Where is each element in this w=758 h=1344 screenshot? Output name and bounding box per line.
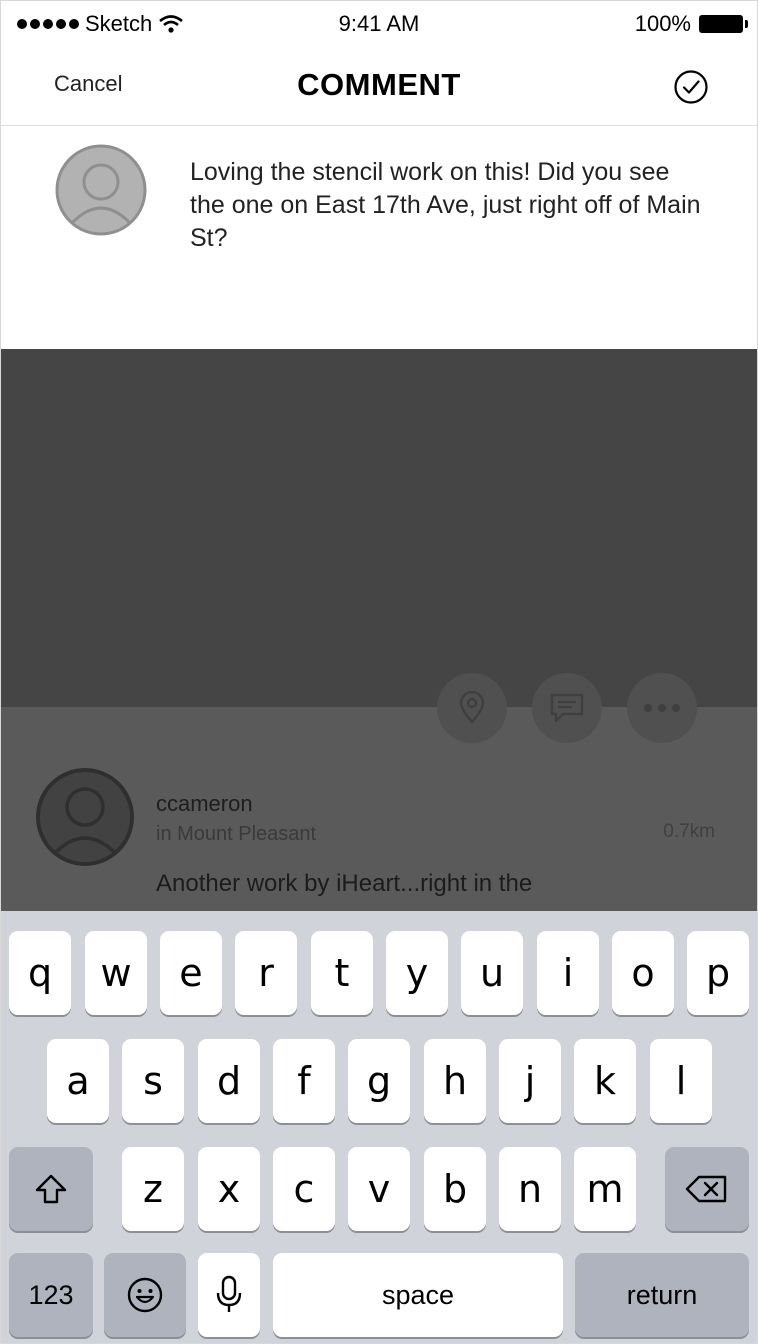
author-avatar-icon[interactable]	[35, 767, 135, 867]
key-w[interactable]: w	[85, 931, 147, 1015]
backspace-key[interactable]	[665, 1147, 749, 1231]
key-x[interactable]: x	[198, 1147, 260, 1231]
post-image	[1, 349, 757, 707]
comment-button[interactable]	[532, 673, 602, 743]
more-options-button[interactable]	[627, 673, 697, 743]
key-s[interactable]: s	[122, 1039, 184, 1123]
post-location: in Mount Pleasant	[156, 823, 317, 845]
key-e[interactable]: e	[160, 931, 222, 1015]
key-d[interactable]: d	[198, 1039, 260, 1123]
return-key[interactable]: return	[575, 1253, 749, 1337]
location-pin-button[interactable]	[437, 673, 507, 743]
page-title: COMMENT	[297, 67, 461, 102]
shift-icon	[35, 1174, 67, 1204]
key-v[interactable]: v	[348, 1147, 410, 1231]
key-u[interactable]: u	[461, 931, 523, 1015]
key-q[interactable]: q	[9, 931, 71, 1015]
battery-icon	[699, 15, 748, 33]
microphone-icon	[216, 1275, 242, 1312]
comment-input[interactable]: Loving the stencil work on this! Did you…	[190, 156, 710, 255]
checkmark-icon[interactable]	[673, 69, 709, 105]
backspace-icon	[685, 1175, 727, 1203]
post-description: Another work by iHeart...right in the	[156, 870, 533, 897]
key-i[interactable]: i	[537, 931, 599, 1015]
key-j[interactable]: j	[499, 1039, 561, 1123]
comment-bubble-icon	[550, 693, 584, 723]
battery-percent: 100%	[634, 11, 691, 36]
key-a[interactable]: a	[47, 1039, 109, 1123]
comment-composer: Loving the stencil work on this! Did you…	[1, 126, 757, 349]
app-frame: Sketch 9:41 AM 100% Cancel COMMENT Lovin	[0, 0, 758, 1344]
key-l[interactable]: l	[650, 1039, 712, 1123]
key-t[interactable]: t	[311, 931, 373, 1015]
key-z[interactable]: z	[122, 1147, 184, 1231]
space-key[interactable]: space	[273, 1253, 563, 1337]
shift-key[interactable]	[9, 1147, 93, 1231]
user-avatar-icon	[55, 144, 147, 236]
key-o[interactable]: o	[612, 931, 674, 1015]
key-m[interactable]: m	[574, 1147, 636, 1231]
dictation-key[interactable]	[198, 1253, 260, 1337]
key-k[interactable]: k	[574, 1039, 636, 1123]
key-f[interactable]: f	[273, 1039, 335, 1123]
key-n[interactable]: n	[499, 1147, 561, 1231]
post-distance: 0.7km	[663, 821, 715, 842]
key-h[interactable]: h	[424, 1039, 486, 1123]
key-b[interactable]: b	[424, 1147, 486, 1231]
numbers-key[interactable]: 123	[9, 1253, 93, 1337]
key-r[interactable]: r	[235, 931, 297, 1015]
keyboard: q w e r t y u i o p a s d f g h j k l z …	[1, 911, 757, 1343]
battery-group: 100%	[634, 11, 748, 37]
location-pin-icon	[459, 691, 485, 724]
key-p[interactable]: p	[687, 931, 749, 1015]
key-c[interactable]: c	[273, 1147, 335, 1231]
status-bar: Sketch 9:41 AM 100%	[1, 1, 757, 53]
emoji-icon	[127, 1277, 163, 1313]
key-y[interactable]: y	[386, 931, 448, 1015]
emoji-key[interactable]	[104, 1253, 186, 1337]
post-username[interactable]: ccameron	[156, 791, 253, 817]
key-g[interactable]: g	[348, 1039, 410, 1123]
nav-bar: Cancel COMMENT	[1, 53, 757, 126]
ellipsis-icon	[644, 704, 680, 712]
